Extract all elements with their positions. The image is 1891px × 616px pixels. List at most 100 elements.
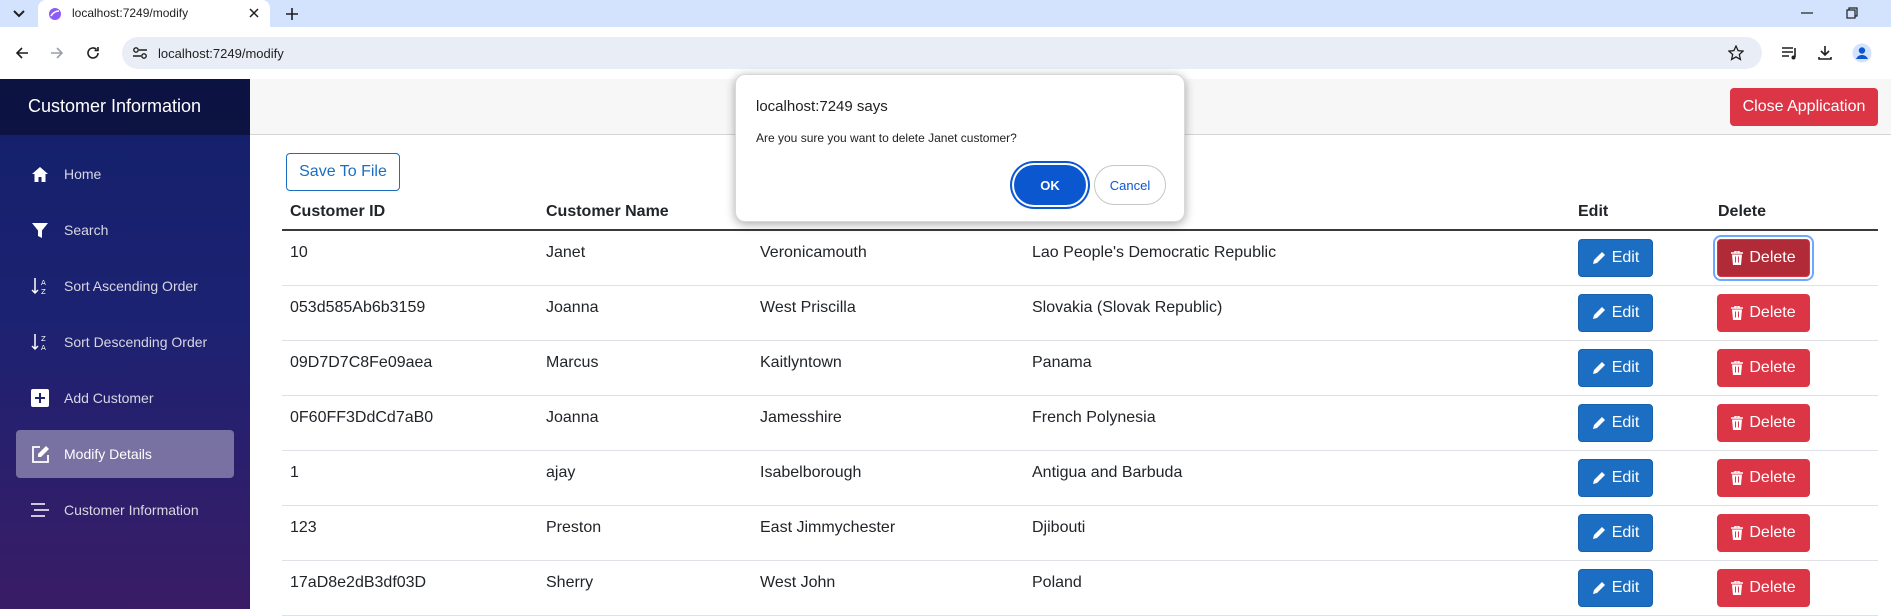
bookmark-star-icon[interactable] <box>1726 43 1746 63</box>
site-favicon-icon <box>48 7 62 26</box>
cell-country: French Polynesia <box>1032 409 1156 426</box>
sidebar: Customer Information Home Search AZ Sort… <box>0 79 250 609</box>
edit-button[interactable]: Edit <box>1578 514 1653 552</box>
sidebar-item-label: Sort Ascending Order <box>64 278 198 294</box>
delete-button[interactable]: Delete <box>1717 459 1810 497</box>
column-header-edit: Edit <box>1578 203 1609 220</box>
cell-city: Isabelborough <box>760 464 862 481</box>
trash-icon <box>1731 581 1744 595</box>
delete-button[interactable]: Delete <box>1717 404 1810 442</box>
edit-label: Edit <box>1611 249 1640 266</box>
delete-button[interactable]: Delete <box>1717 569 1810 607</box>
media-control-icon[interactable] <box>1779 42 1801 64</box>
table-row: 123 Preston East Jimmychester Djibouti Edit D… <box>282 506 1878 561</box>
dialog-message: Are you sure you want to delete Janet cu… <box>756 131 1017 145</box>
table-row: 17aD8e2dB3df03D Sherry West John Poland Edit… <box>282 561 1878 616</box>
sidebar-item-home[interactable]: Home <box>16 150 234 198</box>
table-row: 09D7D7C8Fe09aea Marcus Kaitlyntown Panama Ed… <box>282 341 1878 396</box>
edit-button[interactable]: Edit <box>1578 569 1653 607</box>
cell-city: West John <box>760 574 836 591</box>
sidebar-title: Customer Information <box>28 96 202 116</box>
column-header-delete: Delete <box>1718 203 1767 220</box>
cell-customer-id: 1 <box>290 464 299 481</box>
edit-button[interactable]: Edit <box>1578 294 1653 332</box>
dialog-ok-button[interactable]: OK <box>1014 165 1086 205</box>
trash-icon <box>1731 471 1744 485</box>
sidebar-item-sort-ascending[interactable]: AZ Sort Ascending Order <box>16 262 234 310</box>
pencil-icon <box>1592 251 1606 265</box>
cell-country: Lao People's Democratic Republic <box>1032 244 1277 261</box>
cell-country: Slovakia (Slovak Republic) <box>1032 299 1223 316</box>
delete-label: Delete <box>1749 414 1796 431</box>
column-header-customer-name: Customer Name <box>546 203 669 220</box>
trash-icon <box>1731 416 1744 430</box>
sidebar-item-label: Search <box>64 222 109 238</box>
cell-country: Panama <box>1032 354 1092 371</box>
cell-customer-id: 09D7D7C8Fe09aea <box>290 354 433 371</box>
pencil-icon <box>1592 471 1606 485</box>
dialog-title: localhost:7249 says <box>756 98 888 115</box>
cell-city: Veronicamouth <box>760 244 867 261</box>
cell-customer-name: Preston <box>546 519 602 536</box>
cell-customer-name: Sherry <box>546 574 594 591</box>
close-application-button[interactable]: Close Application <box>1730 88 1878 126</box>
cell-customer-id: 10 <box>290 244 308 261</box>
save-to-file-button[interactable]: Save To File <box>286 153 400 191</box>
minimize-window-icon[interactable] <box>1795 2 1819 24</box>
delete-label: Delete <box>1749 579 1796 596</box>
edit-label: Edit <box>1611 469 1640 486</box>
svg-text:Z: Z <box>41 335 46 343</box>
sidebar-item-search[interactable]: Search <box>16 206 234 254</box>
restore-window-icon[interactable] <box>1840 2 1864 24</box>
edit-label: Edit <box>1611 359 1640 376</box>
address-bar[interactable]: localhost:7249/modify <box>122 37 1762 69</box>
delete-button[interactable]: Delete <box>1717 349 1810 387</box>
customer-table: Customer ID Customer Name Edit Delete 10… <box>282 196 1878 616</box>
sidebar-item-add-customer[interactable]: Add Customer <box>16 374 234 422</box>
pencil-icon <box>1592 361 1606 375</box>
table-row: 1 ajay Isabelborough Antigua and Barbuda Edi… <box>282 451 1878 506</box>
sidebar-item-sort-descending[interactable]: ZA Sort Descending Order <box>16 318 234 366</box>
sidebar-item-customer-information[interactable]: Customer Information <box>16 486 234 534</box>
delete-button[interactable]: Delete <box>1717 239 1810 277</box>
delete-button[interactable]: Delete <box>1717 514 1810 552</box>
new-tab-icon[interactable] <box>282 4 302 24</box>
forward-arrow-icon[interactable] <box>44 40 70 66</box>
edit-button[interactable]: Edit <box>1578 239 1653 277</box>
downloads-icon[interactable] <box>1814 42 1836 64</box>
delete-label: Delete <box>1749 469 1796 486</box>
edit-button[interactable]: Edit <box>1578 459 1653 497</box>
sort-descending-icon: ZA <box>30 332 50 352</box>
tab-search-dropdown-icon[interactable] <box>6 4 32 24</box>
cell-customer-name: Joanna <box>546 409 599 426</box>
delete-button[interactable]: Delete <box>1717 294 1810 332</box>
sidebar-item-label: Add Customer <box>64 390 154 406</box>
sidebar-item-label: Modify Details <box>64 446 152 462</box>
cell-customer-name: Janet <box>546 244 586 261</box>
cell-customer-name: ajay <box>546 464 576 481</box>
edit-label: Edit <box>1611 414 1640 431</box>
trash-icon <box>1731 306 1744 320</box>
edit-button[interactable]: Edit <box>1578 349 1653 387</box>
browser-toolbar: localhost:7249/modify <box>0 27 1891 79</box>
table-row: 10 Janet Veronicamouth Lao People's Democra… <box>282 231 1878 286</box>
browser-tab[interactable]: localhost:7249/modify <box>38 0 270 27</box>
cell-country: Antigua and Barbuda <box>1032 464 1183 481</box>
edit-button[interactable]: Edit <box>1578 404 1653 442</box>
back-arrow-icon[interactable] <box>9 40 35 66</box>
table-row: 0F60FF3DdCd7aB0 Joanna Jamesshire French Po… <box>282 396 1878 451</box>
cell-customer-id: 123 <box>290 519 317 536</box>
sidebar-item-label: Home <box>64 166 102 182</box>
sort-ascending-icon: AZ <box>30 276 50 296</box>
sidebar-item-modify-details[interactable]: Modify Details <box>16 430 234 478</box>
pencil-icon <box>1592 526 1606 540</box>
profile-avatar-icon[interactable] <box>1851 42 1873 64</box>
close-tab-icon[interactable] <box>246 5 262 21</box>
dialog-cancel-button[interactable]: Cancel <box>1094 165 1166 205</box>
trash-icon <box>1731 526 1744 540</box>
tab-title: localhost:7249/modify <box>72 6 189 20</box>
sidebar-item-label: Sort Descending Order <box>64 334 208 350</box>
site-settings-icon[interactable] <box>130 44 150 62</box>
confirm-dialog: localhost:7249 says Are you sure you wan… <box>735 74 1185 222</box>
reload-icon[interactable] <box>80 40 106 66</box>
